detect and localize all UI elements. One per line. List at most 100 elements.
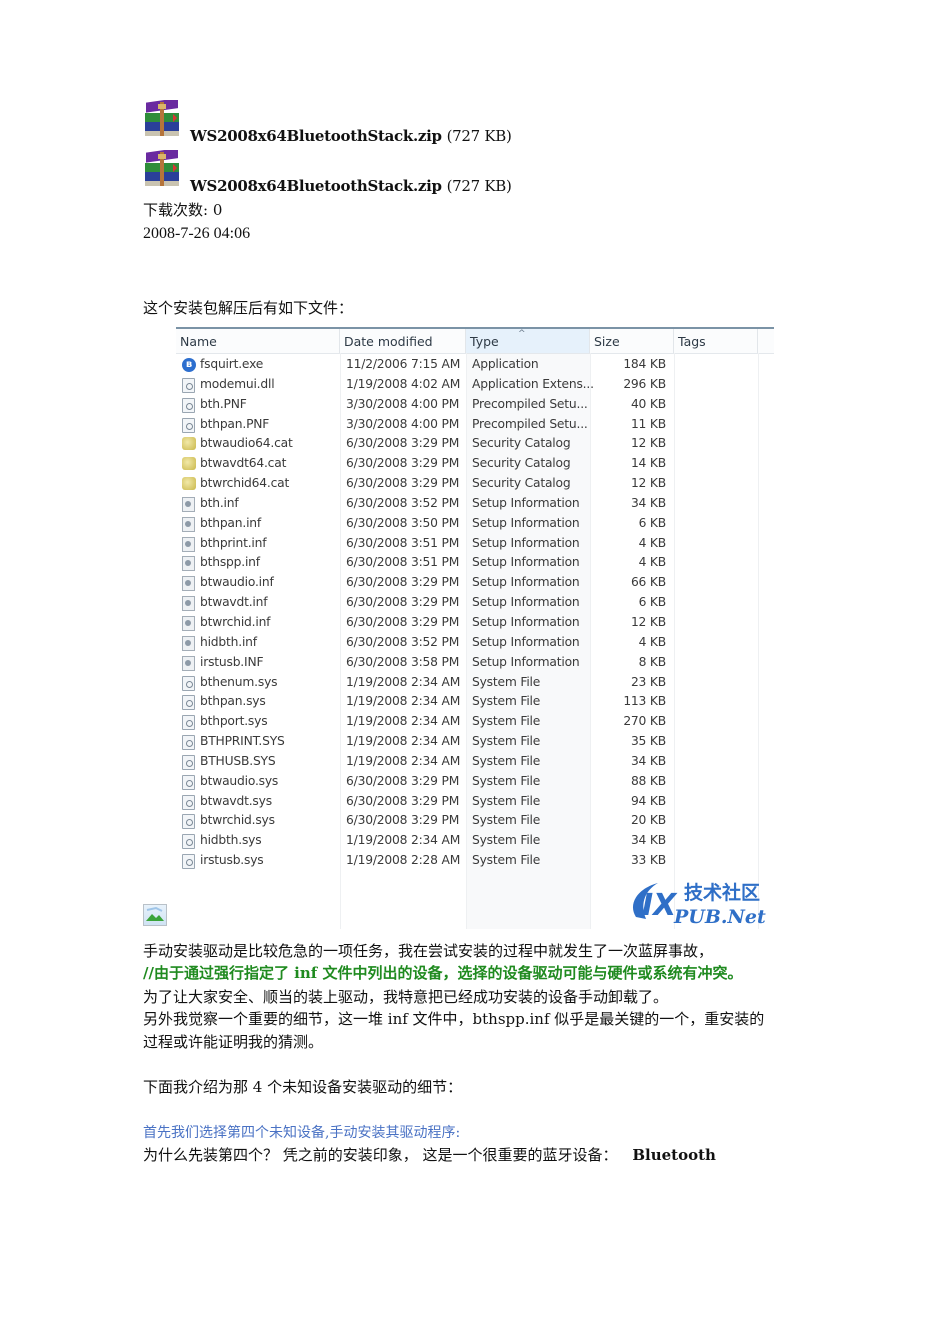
file-size: 6 KB [638, 595, 667, 610]
file-row[interactable]: bth.inf 6/30/2008 3:52 PM Setup Informatio… [176, 494, 774, 514]
file-row[interactable]: btwrchid.inf 6/30/2008 3:29 PM Setup Infor… [176, 613, 774, 633]
file-size: 94 KB [630, 793, 666, 808]
setup-information-icon [182, 556, 195, 572]
file-row[interactable]: btwaudio64.cat 6/30/2008 3:29 PM Security … [176, 434, 774, 454]
paragraph: 下面我介绍为那 4 个未知设备安装驱动的细节： [143, 1078, 463, 1096]
attachment-filename[interactable]: WS2008x64BluetoothStack.zip [190, 177, 442, 195]
file-size: 14 KB [630, 456, 666, 471]
file-date-modified: 6/30/2008 3:50 PM [346, 515, 460, 530]
winrar-archive-icon [145, 150, 179, 186]
file-row[interactable]: hidbth.inf 6/30/2008 3:52 PM Setup Informa… [176, 633, 774, 653]
column-header-type[interactable]: ^ Type [466, 329, 590, 353]
file-size: 4 KB [638, 634, 667, 649]
file-type: System File [472, 773, 541, 788]
column-header-name[interactable]: Name [176, 329, 340, 353]
section-heading-blue: 首先我们选择第四个未知设备,手动安装其驱动程序: [143, 1125, 461, 1141]
file-date-modified: 1/19/2008 2:34 AM [346, 734, 461, 749]
file-type: System File [472, 833, 541, 848]
file-row[interactable]: ʙ fsquirt.exe 11/2/2006 7:15 AM Application… [176, 355, 774, 375]
file-date-modified: 1/19/2008 2:34 AM [346, 753, 461, 768]
setup-information-icon [182, 536, 195, 552]
file-row[interactable]: btwaudio.sys 6/30/2008 3:29 PM System File… [176, 772, 774, 792]
file-row[interactable]: bthspp.inf 6/30/2008 3:51 PM Setup Informa… [176, 553, 774, 573]
system-file-icon [182, 675, 195, 691]
file-row[interactable]: bthpan.sys 1/19/2008 2:34 AM System File 11… [176, 692, 774, 712]
file-row[interactable]: BTHUSB.SYS 1/19/2008 2:34 AM System File 34… [176, 752, 774, 772]
file-row[interactable]: bthpan.inf 6/30/2008 3:50 PM Setup Informa… [176, 514, 774, 534]
file-date-modified: 3/30/2008 4:00 PM [346, 416, 460, 431]
file-type: System File [472, 793, 541, 808]
file-name: btwavdt.sys [200, 793, 272, 808]
file-date-modified: 1/19/2008 2:34 AM [346, 714, 461, 729]
file-row[interactable]: modemui.dll 1/19/2008 4:02 AM Application … [176, 375, 774, 395]
file-row[interactable]: bthpan.PNF 3/30/2008 4:00 PM Precompiled S… [176, 415, 774, 435]
posted-time: 2008-7-26 04:06 [143, 225, 251, 242]
file-row[interactable]: btwrchid.sys 6/30/2008 3:29 PM System File… [176, 811, 774, 831]
system-file-icon [182, 794, 195, 810]
file-row[interactable]: btwavdt.sys 6/30/2008 3:29 PM System File 9… [176, 792, 774, 812]
attachment-filename-link[interactable]: WS2008x64BluetoothStack.zip (727 KB) [190, 177, 512, 195]
file-name: bth.PNF [200, 396, 247, 411]
file-row[interactable]: bthport.sys 1/19/2008 2:34 AM System File 2… [176, 712, 774, 732]
file-size: 88 KB [630, 773, 666, 788]
file-row[interactable]: BTHPRINT.SYS 1/19/2008 2:34 AM System File… [176, 732, 774, 752]
file-type: System File [472, 734, 541, 749]
file-row[interactable]: btwrchid64.cat 6/30/2008 3:29 PM Security … [176, 474, 774, 494]
column-header-date-modified[interactable]: Date modified [340, 329, 466, 353]
setup-information-icon [182, 496, 195, 512]
file-name: modemui.dll [200, 376, 275, 391]
attachment-item[interactable]: WS2008x64BluetoothStack.zip (727 KB) [143, 150, 543, 200]
security-catalog-icon [182, 437, 196, 451]
system-file-icon [182, 377, 195, 393]
file-row[interactable]: bth.PNF 3/30/2008 4:00 PM Precompiled Setu… [176, 395, 774, 415]
file-row[interactable]: btwavdt64.cat 6/30/2008 3:29 PM Security C… [176, 454, 774, 474]
file-date-modified: 1/19/2008 2:28 AM [346, 853, 461, 868]
winrar-archive-icon [145, 100, 179, 136]
system-file-icon [182, 417, 195, 433]
column-header-tags[interactable]: Tags [674, 329, 758, 353]
file-date-modified: 1/19/2008 2:34 AM [346, 674, 461, 689]
file-date-modified: 6/30/2008 3:52 PM [346, 495, 460, 510]
file-row[interactable]: irstusb.INF 6/30/2008 3:58 PM Setup Inform… [176, 653, 774, 673]
file-size: 184 KB [623, 357, 666, 371]
setup-information-icon [182, 615, 195, 631]
attachment-filename[interactable]: WS2008x64BluetoothStack.zip [190, 127, 442, 145]
intro-text: 这个安装包解压后有如下文件： [143, 299, 354, 317]
file-size: 34 KB [630, 833, 666, 848]
file-row[interactable]: btwavdt.inf 6/30/2008 3:29 PM Setup Inform… [176, 593, 774, 613]
system-file-icon [182, 774, 195, 790]
explorer-file-list-screenshot: Name Date modified ^ Type Size Tags ʙ fsq… [176, 327, 774, 929]
file-row[interactable]: hidbth.sys 1/19/2008 2:34 AM System File 34… [176, 831, 774, 851]
file-row[interactable]: irstusb.sys 1/19/2008 2:28 AM System File 3… [176, 851, 774, 871]
file-type: Setup Information [472, 595, 580, 610]
file-list: ʙ fsquirt.exe 11/2/2006 7:15 AM Application… [176, 355, 774, 871]
paragraph: 过程或许能证明我的猜测。 [143, 1033, 324, 1051]
attachment-filename-link[interactable]: WS2008x64BluetoothStack.zip (727 KB) [190, 127, 512, 145]
system-file-icon [182, 695, 195, 711]
file-size: 12 KB [630, 476, 666, 491]
file-type: Application Extens... [472, 376, 594, 391]
file-date-modified: 6/30/2008 3:29 PM [346, 436, 460, 451]
system-file-icon [182, 735, 195, 751]
file-name: irstusb.INF [200, 654, 264, 669]
file-row[interactable]: btwaudio.inf 6/30/2008 3:29 PM Setup Infor… [176, 573, 774, 593]
file-name: btwavdt64.cat [200, 456, 287, 471]
file-size: 34 KB [630, 495, 666, 510]
file-date-modified: 6/30/2008 3:29 PM [346, 456, 460, 471]
attachment-size: (727 KB) [446, 127, 512, 145]
column-header-size[interactable]: Size [590, 329, 674, 353]
file-type: System File [472, 694, 541, 709]
system-file-icon [182, 715, 195, 731]
attachment-item[interactable]: WS2008x64BluetoothStack.zip (727 KB) [143, 100, 543, 150]
file-name: bthpan.PNF [200, 416, 270, 431]
file-type: Setup Information [472, 614, 580, 629]
bluetooth-icon: ʙ [182, 358, 196, 372]
image-placeholder-icon[interactable] [143, 904, 167, 926]
file-type: Precompiled Setu... [472, 416, 588, 431]
file-row[interactable]: bthprint.inf 6/30/2008 3:51 PM Setup Infor… [176, 534, 774, 554]
file-date-modified: 11/2/2006 7:15 AM [346, 357, 461, 371]
download-count: 下载次数: 0 [143, 201, 223, 219]
file-row[interactable]: bthenum.sys 1/19/2008 2:34 AM System File 2… [176, 673, 774, 693]
system-file-icon [182, 854, 195, 870]
file-type: Security Catalog [472, 456, 571, 471]
